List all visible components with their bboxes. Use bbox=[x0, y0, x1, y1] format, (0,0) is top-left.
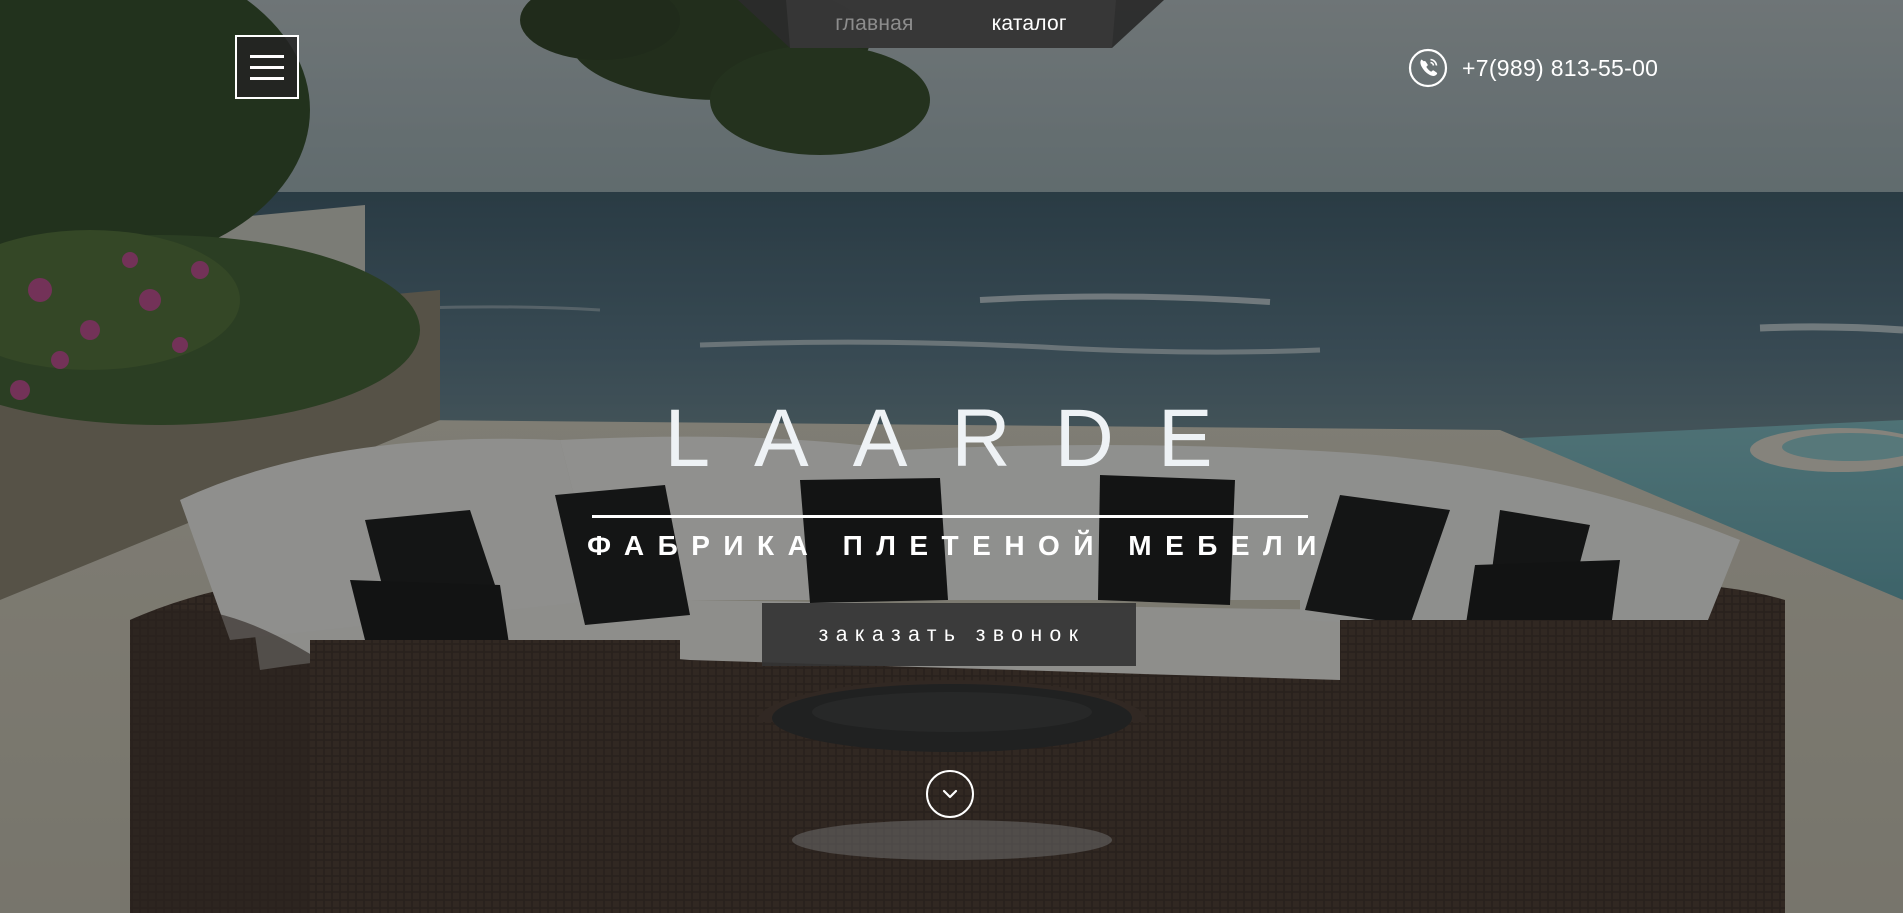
scroll-down-button[interactable] bbox=[926, 770, 974, 818]
request-call-label: заказать звонок bbox=[818, 622, 1086, 646]
hamburger-menu-icon[interactable] bbox=[235, 35, 299, 99]
nav-link-catalog[interactable]: каталог bbox=[992, 12, 1067, 36]
hero-section: главная каталог +7(989) 813-55-00 LAARDE… bbox=[0, 0, 1903, 913]
brand-title: LAARDE bbox=[664, 393, 1257, 484]
top-navigation: главная каталог bbox=[738, 0, 1164, 48]
nav-link-home[interactable]: главная bbox=[835, 12, 913, 36]
phone-contact: +7(989) 813-55-00 bbox=[1408, 48, 1658, 88]
chevron-down-icon bbox=[942, 789, 958, 799]
request-call-button[interactable]: заказать звонок bbox=[762, 603, 1136, 666]
brand-subtitle: ФАБРИКА ПЛЕТЕНОЙ МЕБЕЛИ bbox=[587, 530, 1330, 561]
nav-links: главная каталог bbox=[798, 0, 1104, 48]
phone-number[interactable]: +7(989) 813-55-00 bbox=[1462, 55, 1658, 82]
phone-icon bbox=[1408, 48, 1448, 88]
hamburger-line bbox=[250, 76, 284, 80]
hamburger-line bbox=[250, 54, 284, 58]
brand-divider bbox=[592, 515, 1308, 518]
hamburger-line bbox=[250, 65, 284, 69]
